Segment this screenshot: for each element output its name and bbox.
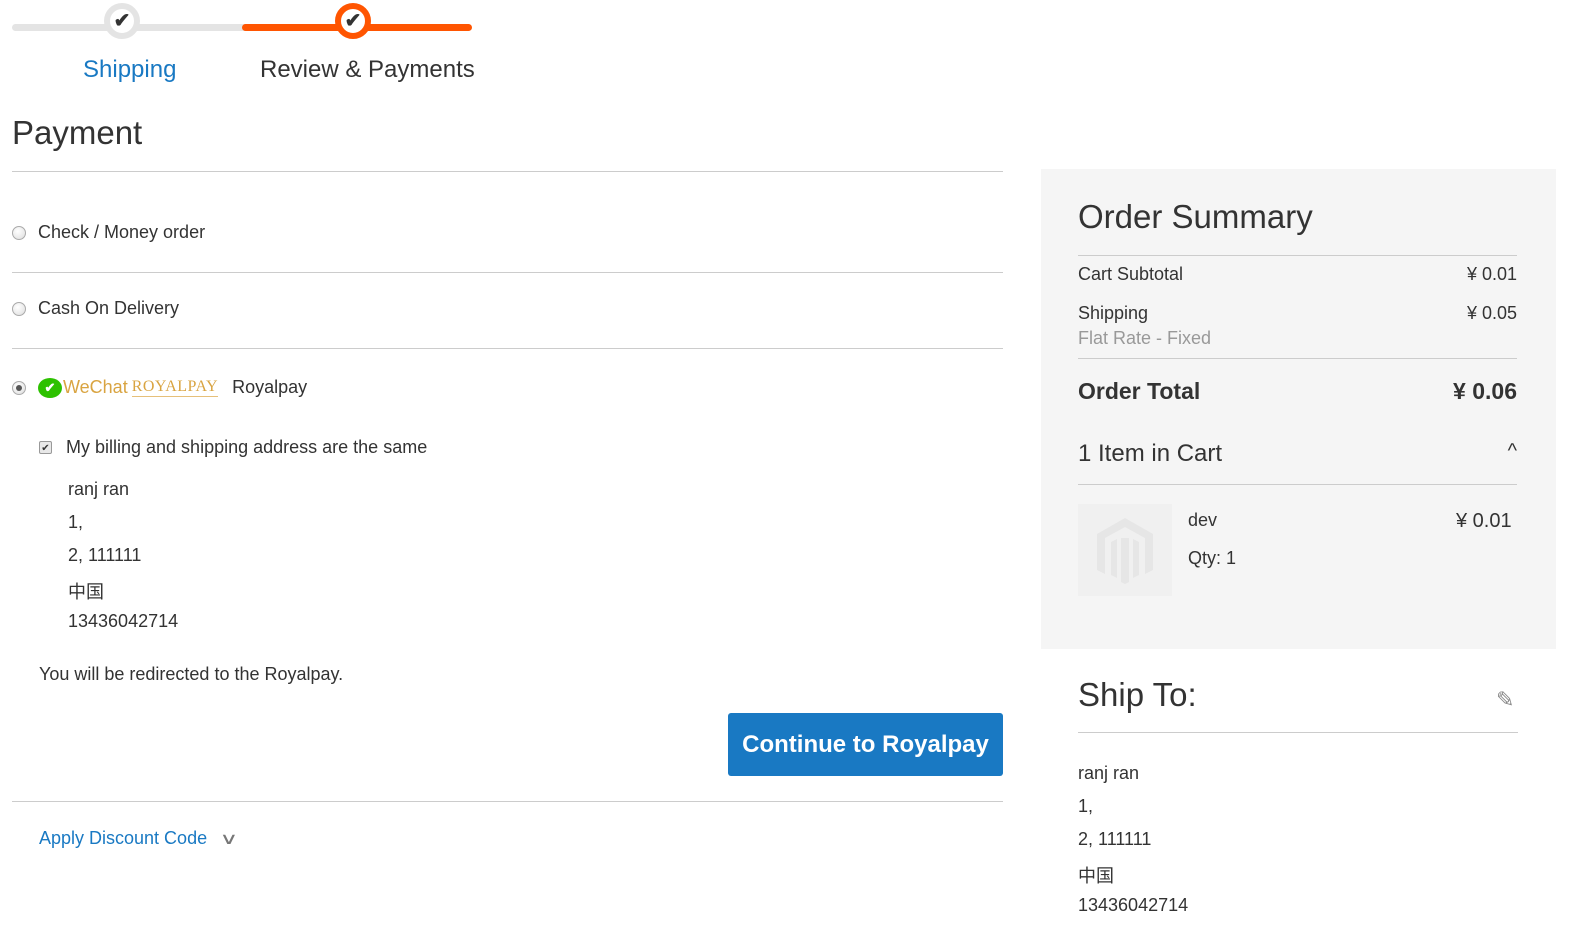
divider <box>12 272 1003 273</box>
step-review-label: Review & Payments <box>260 56 475 83</box>
wechat-royalpay-logo: ✔ WeChat ROYALPAY <box>38 377 219 398</box>
payment-method-label: Cash On Delivery <box>38 298 180 318</box>
ship-to-city: 2, 111111 <box>1078 829 1152 849</box>
billing-same-option[interactable]: ✔ My billing and shipping address are th… <box>39 437 427 458</box>
billing-same-checkbox[interactable]: ✔ <box>39 441 52 454</box>
divider <box>1078 732 1518 733</box>
order-total-label: Order Total <box>1078 378 1201 404</box>
shipping-value: ¥ 0.05 <box>1466 303 1517 323</box>
divider <box>12 348 1003 349</box>
payment-method-label: Royalpay <box>232 377 308 397</box>
shipping-method: Flat Rate - Fixed <box>1078 328 1212 348</box>
ship-to-name: ranj ran <box>1078 763 1140 783</box>
ship-to-title: Ship To: <box>1078 676 1197 713</box>
product-qty: Qty: 1 <box>1188 548 1237 568</box>
chevron-down-icon: ∨ <box>219 830 239 848</box>
items-in-cart-toggle[interactable]: 1 Item in Cart ^ <box>1078 440 1517 468</box>
billing-address-street: 1, <box>68 512 84 532</box>
magento-placeholder-icon <box>1097 518 1153 584</box>
continue-to-royalpay-button[interactable]: Continue to Royalpay <box>728 713 1003 776</box>
redirect-note: You will be redirected to the Royalpay. <box>39 664 344 684</box>
divider <box>1078 484 1517 485</box>
product-price: ¥ 0.01 <box>1456 510 1512 532</box>
wechat-text: WeChat <box>63 377 128 397</box>
radio-royalpay[interactable] <box>12 380 26 395</box>
product-name: dev <box>1188 510 1218 530</box>
billing-address-city: 2, 111111 <box>68 545 142 565</box>
step-shipping-link[interactable]: Shipping <box>83 56 176 84</box>
payment-method-label: Check / Money order <box>38 222 206 242</box>
divider <box>1078 358 1517 359</box>
payment-title: Payment <box>12 114 143 151</box>
payment-method-checkmo[interactable]: Check / Money order <box>12 222 205 243</box>
order-total-row: Order Total ¥ 0.06 <box>1078 378 1517 405</box>
check-icon: ✔ <box>344 10 362 32</box>
step-shipping-marker[interactable]: ✔ <box>104 3 140 39</box>
order-total-value: ¥ 0.06 <box>1453 378 1517 404</box>
order-summary-title: Order Summary <box>1078 198 1313 235</box>
items-in-cart-label: 1 Item in Cart <box>1078 440 1223 467</box>
payment-method-royalpay[interactable]: ✔ WeChat ROYALPAY Royalpay <box>12 377 307 398</box>
billing-same-label: My billing and shipping address are the … <box>66 437 428 457</box>
divider <box>1078 255 1517 256</box>
payment-method-cod[interactable]: Cash On Delivery <box>12 298 179 319</box>
shipping-row: Shipping ¥ 0.05 <box>1078 303 1517 324</box>
royalpay-text: ROYALPAY <box>131 378 219 397</box>
billing-address-country: 中国 <box>68 582 104 602</box>
ship-to-country: 中国 <box>1078 866 1114 886</box>
ship-to-street: 1, <box>1078 796 1094 816</box>
apply-discount-label: Apply Discount Code <box>39 828 208 848</box>
divider <box>12 801 1003 802</box>
edit-pencil-icon[interactable]: ✎ <box>1496 687 1514 713</box>
cart-subtotal-value: ¥ 0.01 <box>1466 264 1517 284</box>
check-icon: ✔ <box>113 10 131 32</box>
step-review-marker: ✔ <box>335 3 371 39</box>
radio-checkmo[interactable] <box>12 225 26 240</box>
ship-to-phone: 13436042714 <box>1078 895 1189 915</box>
billing-address-name: ranj ran <box>68 479 130 499</box>
product-thumbnail <box>1078 504 1172 596</box>
radio-cod[interactable] <box>12 301 26 316</box>
billing-address-phone: 13436042714 <box>68 611 179 631</box>
shipping-label: Shipping <box>1078 303 1149 323</box>
apply-discount-toggle[interactable]: Apply Discount Code ∨ <box>39 828 238 849</box>
divider <box>12 171 1003 172</box>
wechat-icon: ✔ <box>38 377 62 398</box>
cart-subtotal-row: Cart Subtotal ¥ 0.01 <box>1078 264 1517 285</box>
cart-subtotal-label: Cart Subtotal <box>1078 264 1184 284</box>
chevron-up-icon: ^ <box>1507 440 1517 462</box>
